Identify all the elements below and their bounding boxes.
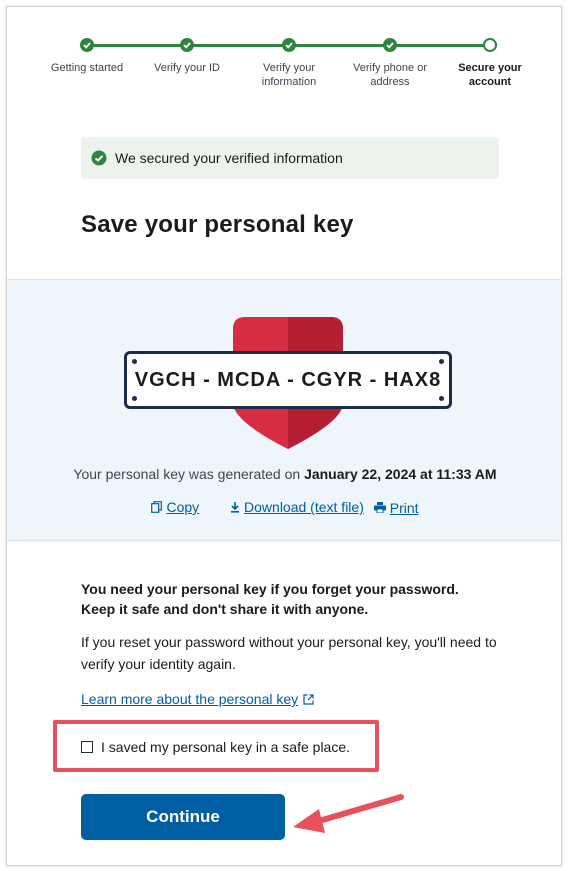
print-label: Print: [389, 499, 419, 516]
checkbox-label: I saved my personal key in a safe place.: [101, 739, 351, 755]
copy-button[interactable]: Copy: [151, 499, 199, 515]
plate-bolt-icon: [439, 359, 444, 364]
download-icon: [231, 502, 240, 513]
step-2-check-icon: [180, 38, 194, 52]
step-label-verify-phone: Verify phone or address: [353, 62, 427, 88]
continue-button[interactable]: Continue: [81, 794, 285, 840]
external-link-icon: [303, 693, 314, 705]
info-strong-line-1: You need your personal key if you forget…: [81, 581, 459, 597]
plate-bolt-icon: [439, 396, 444, 401]
step-4-check-icon: [383, 38, 397, 52]
saved-key-checkbox-row[interactable]: I saved my personal key in a safe place.: [81, 739, 350, 755]
download-label: Download (text file): [244, 499, 364, 515]
step-label-verify-information: Verify your information: [261, 62, 317, 88]
alert-text: We secured your verified information: [115, 150, 343, 166]
success-alert: We secured your verified information: [81, 137, 499, 179]
generated-prefix: Your personal key was generated on: [73, 466, 301, 482]
info-strong-line-2: Keep it safe and don't share it with any…: [81, 601, 369, 617]
saved-key-checkbox[interactable]: [81, 741, 93, 753]
step-3-check-icon: [282, 38, 296, 52]
plate-bolt-icon: [132, 396, 137, 401]
step-label-secure-account: Secure your account: [458, 62, 522, 88]
print-icon: [373, 502, 386, 513]
pointer-arrow-icon: [293, 794, 404, 833]
personal-key-plate: VGCH - MCDA - CGYR - HAX8: [124, 351, 452, 409]
download-button[interactable]: Download (text file): [230, 499, 364, 515]
step-5-current-icon: [483, 38, 497, 52]
info-paragraph: If you reset your password without your …: [81, 634, 497, 672]
copy-icon: [151, 501, 163, 513]
check-circle-icon: [91, 150, 107, 166]
step-label-verify-id: Verify your ID: [153, 62, 221, 74]
key-generated-text: Your personal key was generated on Janua…: [7, 466, 561, 482]
personal-key-section: VGCH - MCDA - CGYR - HAX8 Your personal …: [7, 279, 561, 541]
copy-label: Copy: [166, 499, 200, 515]
personal-key-info: You need your personal key if you forget…: [81, 579, 501, 675]
plate-bolt-icon: [132, 359, 137, 364]
page-frame: Getting started Verify your ID Verify yo…: [6, 6, 562, 866]
personal-key-code: VGCH - MCDA - CGYR - HAX8: [134, 369, 442, 391]
learn-more-label: Learn more about the personal key: [81, 691, 299, 707]
learn-more-link[interactable]: Learn more about the personal key: [81, 691, 314, 707]
generated-datetime: January 22, 2024 at 11:33 AM: [304, 466, 497, 482]
step-label-getting-started: Getting started: [50, 62, 124, 74]
step-indicator: Getting started Verify your ID Verify yo…: [7, 7, 561, 117]
step-1-check-icon: [80, 38, 94, 52]
print-button[interactable]: Print: [373, 499, 419, 516]
page-title: Save your personal key: [81, 211, 354, 238]
key-actions: Copy Download (text file) Print: [7, 499, 561, 516]
